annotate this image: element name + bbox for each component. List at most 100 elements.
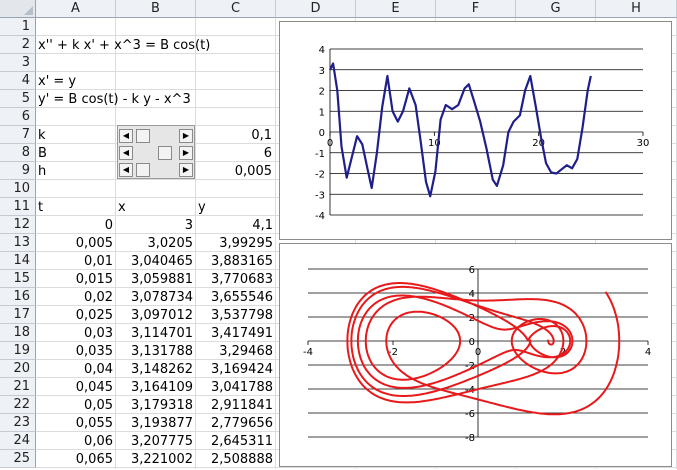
row-header[interactable]: 1 <box>0 18 36 36</box>
param-h-value[interactable]: 0,005 <box>196 163 272 181</box>
table-cell[interactable]: 0,06 <box>36 433 113 451</box>
row-header[interactable]: 6 <box>0 108 36 126</box>
table-cell[interactable]: 3,655546 <box>196 289 273 307</box>
param-B-value[interactable]: 6 <box>196 145 272 163</box>
row-header[interactable]: 25 <box>0 450 36 468</box>
param-k-label[interactable]: k <box>38 127 46 145</box>
table-cell[interactable]: 3,169424 <box>196 361 273 379</box>
column-header[interactable]: C <box>196 0 276 18</box>
cell-A2[interactable]: x'' + k x' + x^3 = B cos(t) <box>38 37 210 55</box>
row-header[interactable]: 7 <box>0 126 36 144</box>
column-header[interactable]: B <box>116 0 196 18</box>
table-cell[interactable]: 2,645311 <box>196 433 273 451</box>
h-scroll-thumb[interactable] <box>136 163 150 177</box>
row-header[interactable]: 12 <box>0 216 36 234</box>
table-cell[interactable]: 0,04 <box>36 361 113 379</box>
table-cell[interactable]: 2,779656 <box>196 415 273 433</box>
table-cell[interactable]: 2,911841 <box>196 397 273 415</box>
row-header[interactable]: 19 <box>0 342 36 360</box>
select-all-corner[interactable] <box>0 0 36 18</box>
row-header[interactable]: 3 <box>0 54 36 72</box>
h-scroll-right-button[interactable]: ▶ <box>179 163 193 177</box>
table-cell[interactable]: 3,179318 <box>116 397 193 415</box>
row-header[interactable]: 4 <box>0 72 36 90</box>
column-header[interactable]: G <box>516 0 596 18</box>
row-header[interactable]: 16 <box>0 288 36 306</box>
table-header-t[interactable]: t <box>38 199 43 217</box>
table-cell[interactable]: 0,065 <box>36 451 113 469</box>
table-cell[interactable]: 3,0205 <box>116 235 194 253</box>
table-cell[interactable]: 3,221002 <box>116 451 193 469</box>
param-B-label[interactable]: B <box>38 145 47 163</box>
row-header[interactable]: 18 <box>0 324 36 342</box>
row-header[interactable]: 23 <box>0 414 36 432</box>
table-cell[interactable]: 3,131788 <box>116 343 193 361</box>
column-header[interactable]: F <box>436 0 516 18</box>
table-cell[interactable]: 3,193877 <box>116 415 193 433</box>
table-header-y[interactable]: y <box>198 199 206 217</box>
B-scroll-thumb[interactable] <box>158 146 172 160</box>
table-cell[interactable]: 4,1 <box>196 217 273 235</box>
row-header[interactable]: 5 <box>0 90 36 108</box>
table-cell[interactable]: 0,045 <box>36 379 113 397</box>
row-header[interactable]: 21 <box>0 378 36 396</box>
table-cell[interactable]: 2,508888 <box>196 451 273 469</box>
table-cell[interactable]: 3,417491 <box>196 325 273 343</box>
row-header[interactable]: 10 <box>0 180 36 198</box>
table-cell[interactable]: 3,770683 <box>196 271 273 289</box>
table-cell[interactable]: 3,078734 <box>116 289 193 307</box>
table-cell[interactable]: 0 <box>36 217 113 235</box>
table-cell[interactable]: 0,03 <box>36 325 113 343</box>
table-cell[interactable]: 3,040465 <box>116 253 193 271</box>
table-cell[interactable]: 3,537798 <box>196 307 273 325</box>
table-cell[interactable]: 3,99295 <box>196 235 273 253</box>
table-cell[interactable]: 3,164109 <box>116 379 193 397</box>
row-header[interactable]: 15 <box>0 270 36 288</box>
row-header[interactable]: 13 <box>0 234 36 252</box>
column-header[interactable]: H <box>596 0 677 18</box>
cell-A4[interactable]: x' = y <box>38 73 76 91</box>
row-header[interactable]: 2 <box>0 36 36 54</box>
table-cell[interactable]: 0,035 <box>36 343 113 361</box>
B-scroll-left-button[interactable]: ◀ <box>119 146 133 160</box>
k-scroll-thumb[interactable] <box>136 129 150 143</box>
phase-plot-chart[interactable]: 6 4 2 0 -2 -4 -6 -8 -4 -2 0 2 4 <box>279 243 672 467</box>
h-scroll-left-button[interactable]: ◀ <box>119 163 133 177</box>
spreadsheet[interactable]: ABCDEFGH 1 2 3 4 5 6 7 8 9 10 11 12 13 14 15 16 17 18 19 20… <box>0 0 677 469</box>
table-cell[interactable]: 0,055 <box>36 415 113 433</box>
B-scroll-right-button[interactable]: ▶ <box>179 146 193 160</box>
table-cell[interactable]: 3,883165 <box>196 253 273 271</box>
row-header[interactable]: 8 <box>0 144 36 162</box>
table-cell[interactable]: 3 <box>116 217 193 235</box>
row-header[interactable]: 20 <box>0 360 36 378</box>
table-cell[interactable]: 3,148262 <box>116 361 193 379</box>
table-cell[interactable]: 0,015 <box>36 271 113 289</box>
param-h-label[interactable]: h <box>38 163 46 181</box>
row-header[interactable]: 14 <box>0 252 36 270</box>
table-cell[interactable]: 3,114701 <box>116 325 193 343</box>
column-header[interactable]: A <box>36 0 116 18</box>
k-scroll-left-button[interactable]: ◀ <box>119 129 133 143</box>
table-cell[interactable]: 3,097012 <box>116 307 193 325</box>
table-cell[interactable]: 3,041788 <box>196 379 273 397</box>
table-cell[interactable]: 0,05 <box>36 397 113 415</box>
table-cell[interactable]: 0,025 <box>36 307 113 325</box>
k-scroll-right-button[interactable]: ▶ <box>179 129 193 143</box>
column-header[interactable]: E <box>356 0 436 18</box>
table-cell[interactable]: 0,02 <box>36 289 113 307</box>
cell-A5[interactable]: y' = B cos(t) - k y - x^3 <box>38 91 191 109</box>
table-cell[interactable]: 0,005 <box>36 235 113 253</box>
row-header[interactable]: 11 <box>0 198 36 216</box>
row-header[interactable]: 24 <box>0 432 36 450</box>
table-cell[interactable]: 3,207775 <box>116 433 193 451</box>
table-cell[interactable]: 0,01 <box>36 253 113 271</box>
table-header-x[interactable]: x <box>118 199 126 217</box>
param-k-value[interactable]: 0,1 <box>196 127 272 145</box>
table-cell[interactable]: 3,29468 <box>196 343 273 361</box>
row-header[interactable]: 22 <box>0 396 36 414</box>
time-series-chart[interactable]: 4 3 2 1 0 -1 -2 -3 -4 0 10 20 30 <box>279 21 672 240</box>
table-cell[interactable]: 3,059881 <box>116 271 193 289</box>
row-header[interactable]: 17 <box>0 306 36 324</box>
column-header[interactable]: D <box>276 0 356 18</box>
row-header[interactable]: 9 <box>0 162 36 180</box>
